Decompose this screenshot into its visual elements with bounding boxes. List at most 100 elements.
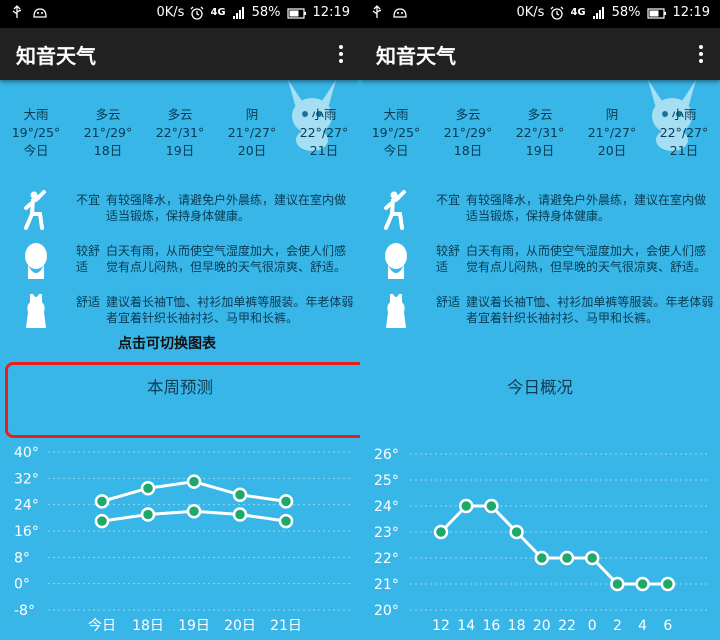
forecast-day: 多云 21°/29° 18日 [78,106,138,160]
forecast-date: 20日 [237,143,267,158]
data-point [534,550,550,566]
advice-level: 不宜 [436,193,461,207]
data-point [458,498,474,514]
y-tick-label: 8° [14,550,30,566]
phone-screen-right: 0K/s 4G 58% 12:19 知音天气 大雨 19°/25° 今日 多云 … [360,0,720,640]
forecast-temp: 22°/31° [155,125,205,140]
x-tick-label: 19日 [178,618,210,634]
overflow-menu-button[interactable] [336,43,346,65]
signal-icon [592,6,606,20]
forecast-day: 小雨 22°/27° 21日 [294,106,354,160]
data-point [186,474,202,489]
forecast-temp: 19°/25° [371,125,421,140]
network-speed: 0K/s [516,5,545,20]
battery-icon [286,6,307,20]
comfort-icon [22,241,50,281]
forecast-condition: 大雨 [383,107,409,122]
weekly-temperature-chart[interactable]: 40° 32° 24° 16° 8° 0° -8° 今日 18日 19日 20日 21日 [0,440,360,640]
advice-level: 较舒适 [436,244,461,274]
alarm-icon [550,6,564,20]
x-tick-label: 12 [432,618,450,634]
y-tick-label: 0° [14,577,30,593]
y-tick-label: 24° [374,499,399,515]
forecast-date: 18日 [93,143,123,158]
data-point [94,513,110,529]
advice-text: 建议着长袖T恤、衬衫加单裤等服装。年老体弱者宜着针织长袖衬衫、马甲和长裤。 [466,295,714,325]
alarm-icon [190,6,204,20]
chart-title[interactable]: 今日概况 [360,374,720,398]
switch-chart-hint: 点击可切换图表 [118,336,216,352]
forecast-temp: 22°/27° [659,125,709,140]
forecast-temp: 21°/27° [587,125,637,140]
data-point [610,576,625,592]
phone-screen-left: 0K/s 4G 58% 12:19 知音天气 大雨 19°/25° 今日 多云 … [0,0,360,640]
forecast-condition: 阴 [605,107,619,122]
y-tick-label: 40° [14,445,39,461]
usb-icon [370,5,384,19]
advice-comfort: 较舒适 白天有雨，从而使空气湿度加大，会使人们感觉有点儿闷热，但早晚的天气很凉爽… [0,241,360,281]
forecast-temp: 19°/25° [11,125,61,140]
forecast-day: 多云 22°/31° 19日 [510,106,570,160]
x-tick-label: 16 [482,618,500,634]
clothing-icon [382,292,410,332]
x-tick-label: 18日 [132,618,164,634]
data-point [584,550,600,566]
advice-level: 较舒适 [76,244,101,274]
data-point [635,576,650,592]
x-tick-label: 4 [638,618,647,634]
forecast-date: 21日 [669,143,699,158]
forecast-temp: 21°/27° [227,125,277,140]
advice-text: 有较强降水，请避免户外晨练，建议在室内做适当锻炼，保持身体健康。 [466,193,707,223]
series-line-0 [439,504,668,586]
x-tick-label: 18 [508,618,526,634]
forecast-condition: 多云 [455,107,481,122]
clock: 12:19 [312,5,350,20]
forecast-date: 19日 [525,143,555,158]
data-point [140,480,156,496]
advice-text: 有较强降水，请避免户外晨练，建议在室内做适当锻炼，保持身体健康。 [106,193,347,223]
forecast-day: 阴 21°/27° 20日 [582,106,642,160]
forecast-date: 今日 [23,143,49,158]
data-point [232,507,248,522]
forecast-temp: 22°/31° [515,125,565,140]
data-point [509,524,524,540]
x-tick-label: 21日 [270,618,302,634]
advice-exercise: 不宜 有较强降水，请避免户外晨练，建议在室内做适当锻炼，保持身体健康。 [360,190,720,230]
x-tick-label: 6 [663,618,672,634]
y-tick-label: 24° [14,498,39,514]
data-point [278,494,294,509]
data-point [94,494,110,509]
status-bar: 0K/s 4G 58% 12:19 [0,0,360,28]
app-title: 知音天气 [16,44,96,68]
forecast-date: 21日 [309,143,339,158]
x-tick-label: 20日 [224,618,256,634]
y-tick-label: 21° [374,577,399,593]
forecast-day: 阴 21°/27° 20日 [222,106,282,160]
x-tick-label: 14 [457,618,475,634]
forecast-temp: 22°/27° [299,125,349,140]
clock: 12:19 [672,5,710,20]
advice-text: 建议着长袖T恤、衬衫加单裤等服装。年老体弱者宜着针织长袖衬衫、马甲和长裤。 [106,295,354,325]
data-point [140,507,156,522]
x-tick-label: 22 [558,618,576,634]
hourly-temperature-chart[interactable]: 26° 25° 24° 23° 22° 21° 20° 12 14 16 18 20 22 0 2 4 6 [360,440,720,640]
forecast-condition: 阴 [245,107,259,122]
forecast-temp: 21°/29° [443,125,493,140]
y-tick-label: 22° [374,551,399,567]
data-point [278,513,294,529]
forecast-temp: 21°/29° [83,125,133,140]
network-speed: 0K/s [156,5,185,20]
data-point [433,524,449,540]
signal-icon [232,6,246,20]
forecast-day: 多云 22°/31° 19日 [150,106,210,160]
data-point [660,576,676,592]
chart-title[interactable]: 本周预测 [0,374,360,398]
y-tick-label: 23° [374,525,399,541]
x-tick-label: 0 [588,618,597,634]
x-tick-label: 20 [533,618,551,634]
data-point [559,550,575,566]
forecast-condition: 多云 [95,107,121,122]
overflow-menu-button[interactable] [696,43,706,65]
data-point [232,487,248,503]
data-point [186,504,202,519]
